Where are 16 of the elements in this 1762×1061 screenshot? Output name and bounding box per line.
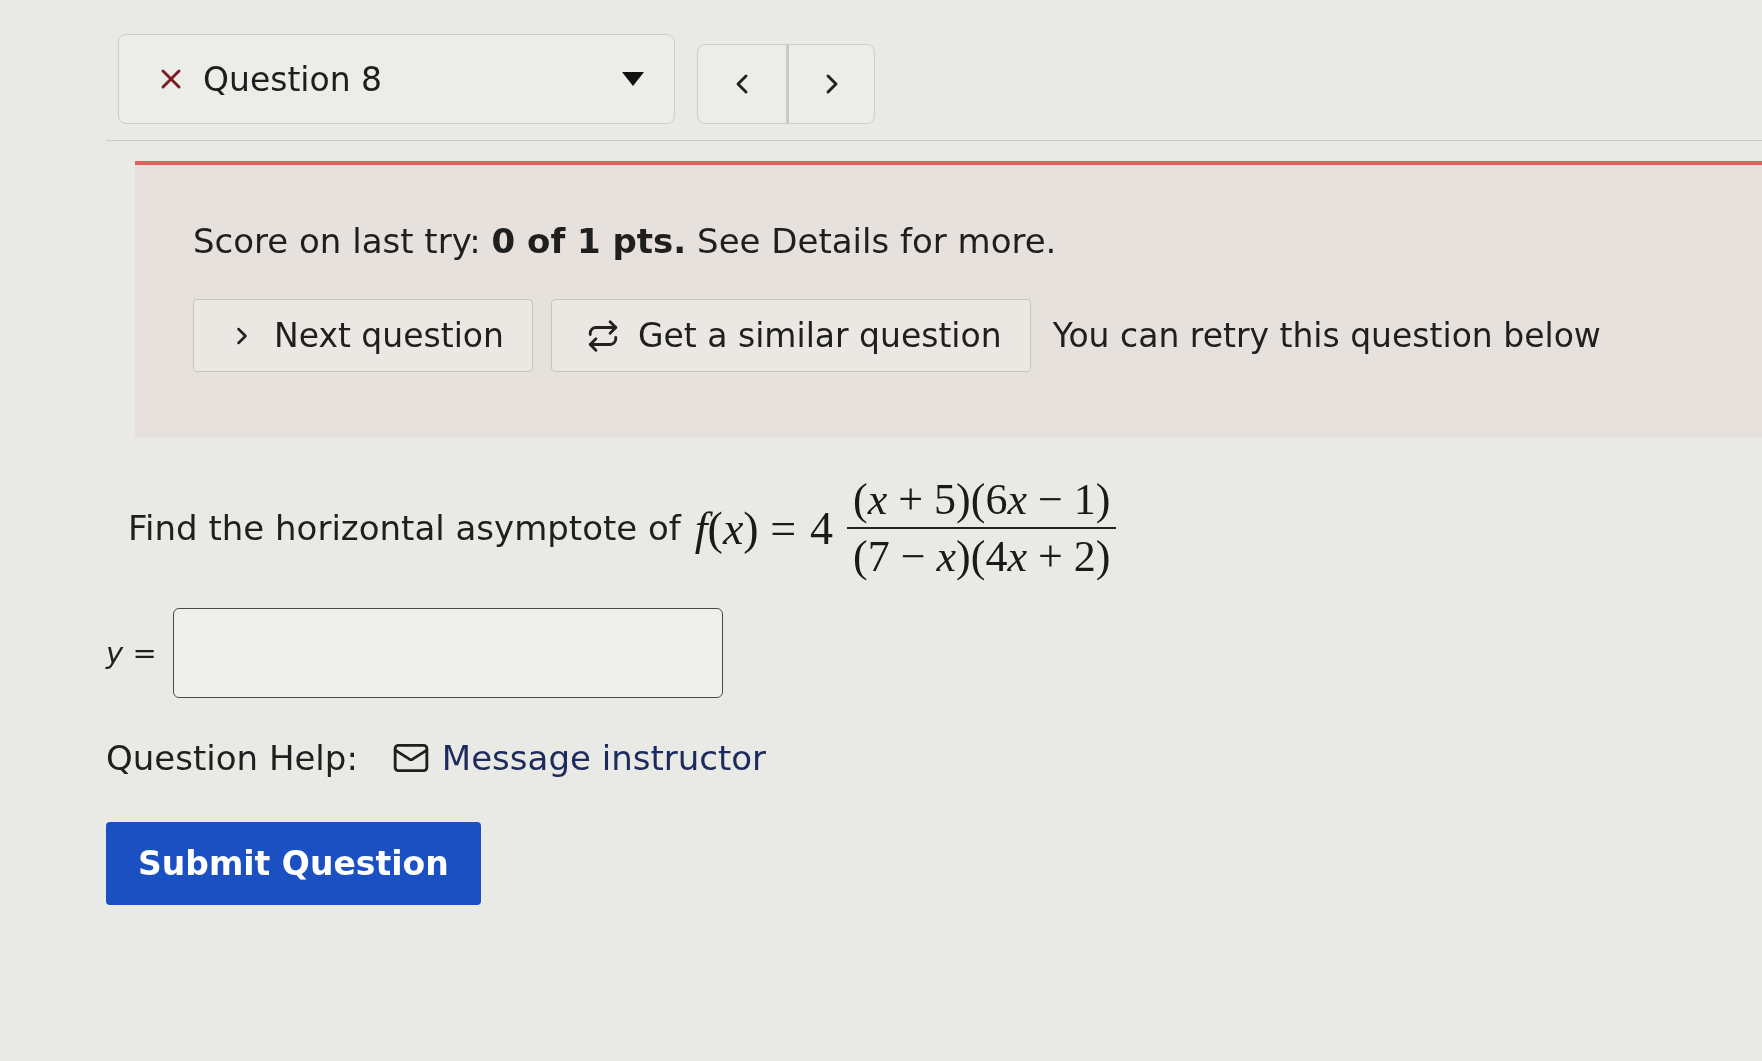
caret-down-icon [622, 72, 644, 86]
similar-question-button[interactable]: Get a similar question [550, 299, 1031, 372]
fraction-denominator: (7 − x)(4x + 2) [852, 531, 1112, 582]
question-dropdown[interactable]: Question 8 [118, 34, 675, 124]
answer-label: y = [106, 636, 157, 670]
fraction-numerator: (x + 5)(6x − 1) [847, 474, 1117, 529]
question-prompt: Find the horizontal asymptote of [128, 508, 681, 548]
next-question-button[interactable]: Next question [193, 299, 533, 372]
help-label: Question Help: [106, 738, 358, 778]
score-message: Score on last try: 0 of 1 pts. See Details for more. [193, 221, 1057, 261]
answer-input[interactable] [172, 608, 723, 698]
retry-note: You can retry this question below [1052, 316, 1601, 355]
coefficient: 4 [810, 501, 834, 555]
message-instructor-link[interactable]: Message instructor [391, 738, 767, 778]
function-name: f(x) = [694, 501, 797, 555]
submit-button[interactable]: Submit Question [106, 822, 481, 905]
